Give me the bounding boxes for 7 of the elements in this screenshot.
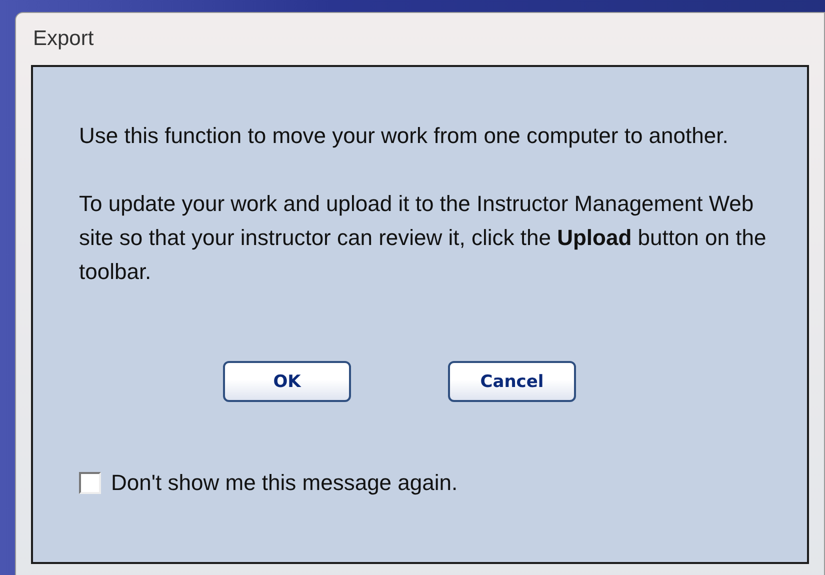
checkbox-label[interactable]: Don't show me this message again. xyxy=(111,470,458,496)
message-text: Use this function to move your work from one computer to another. xyxy=(79,122,730,150)
cancel-button[interactable]: Cancel xyxy=(448,361,576,402)
message-text: To update your work and upload it to the Instructor Management Web site so that your instructor can review it, click the Upload button on the toolbar. xyxy=(79,190,768,286)
window-title: Export xyxy=(32,27,94,51)
ok-button[interactable]: OK xyxy=(223,361,351,402)
checkbox[interactable] xyxy=(79,472,101,494)
